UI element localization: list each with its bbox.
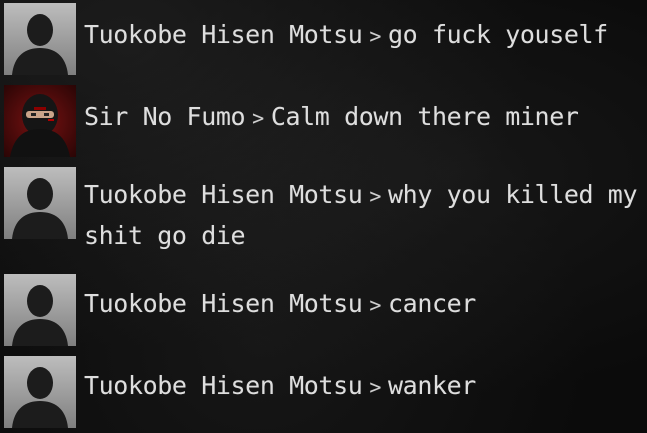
sender-name[interactable]: Tuokobe Hisen Motsu — [84, 180, 363, 209]
silhouette-icon — [4, 356, 76, 428]
ninja-portrait-icon — [4, 85, 76, 157]
separator: > — [369, 184, 382, 208]
silhouette-avatar[interactable] — [4, 3, 76, 75]
silhouette-avatar[interactable] — [4, 274, 76, 346]
separator: > — [369, 375, 382, 399]
ninja-avatar[interactable] — [4, 85, 76, 157]
message-text: Calm down there miner — [270, 102, 579, 131]
message-line: Tuokobe Hisen Motsu > wanker — [84, 366, 644, 407]
separator: > — [369, 293, 382, 317]
silhouette-icon — [4, 3, 76, 75]
silhouette-icon — [4, 274, 76, 346]
sender-name[interactable]: Tuokobe Hisen Motsu — [84, 20, 363, 49]
sender-name[interactable]: Sir No Fumo — [84, 102, 246, 131]
sender-name[interactable]: Tuokobe Hisen Motsu — [84, 289, 363, 318]
message-text: wanker — [388, 371, 476, 400]
message-line: Tuokobe Hisen Motsu > why you killed my sh… — [84, 175, 644, 256]
message-text: cancer — [388, 289, 476, 318]
message-text: go fuck youself — [388, 20, 608, 49]
silhouette-avatar[interactable] — [4, 167, 76, 239]
message-line: Sir No Fumo > Calm down there miner — [84, 97, 644, 138]
message-line: Tuokobe Hisen Motsu > go fuck youself — [84, 15, 644, 56]
separator: > — [252, 106, 264, 130]
sender-name[interactable]: Tuokobe Hisen Motsu — [84, 371, 363, 400]
silhouette-icon — [4, 167, 76, 239]
chat-log: Tuokobe Hisen Motsu > go fuck youself Si… — [0, 0, 647, 433]
message-line: Tuokobe Hisen Motsu > cancer — [84, 284, 644, 325]
silhouette-avatar[interactable] — [4, 356, 76, 428]
separator: > — [369, 24, 382, 48]
